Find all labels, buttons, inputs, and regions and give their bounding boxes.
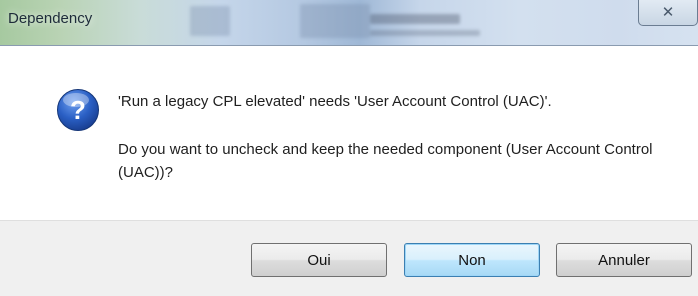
dialog-message-question: Do you want to uncheck and keep the need… [118, 141, 653, 181]
dependency-dialog: Dependency ✕ ? 'Run a legacy CPL elevate… [0, 0, 698, 296]
dialog-body: ? 'Run a legacy CPL elevated' needs 'Use… [0, 46, 698, 220]
close-icon: ✕ [661, 4, 675, 21]
titlebar-blur [370, 30, 480, 36]
no-button[interactable]: Non [404, 243, 540, 277]
close-button[interactable]: ✕ [638, 0, 698, 26]
titlebar-blur [370, 14, 460, 24]
titlebar-blur [300, 4, 370, 38]
titlebar-blur [190, 6, 230, 36]
button-bar: Oui Non Annuler [0, 220, 698, 296]
cancel-button[interactable]: Annuler [556, 243, 692, 277]
dialog-message-primary: 'Run a legacy CPL elevated' needs 'User … [118, 93, 552, 110]
question-icon: ? [57, 89, 99, 131]
svg-text:?: ? [70, 95, 86, 125]
window-title: Dependency [8, 10, 93, 27]
yes-button[interactable]: Oui [251, 243, 387, 277]
title-bar[interactable]: Dependency ✕ [0, 0, 698, 46]
